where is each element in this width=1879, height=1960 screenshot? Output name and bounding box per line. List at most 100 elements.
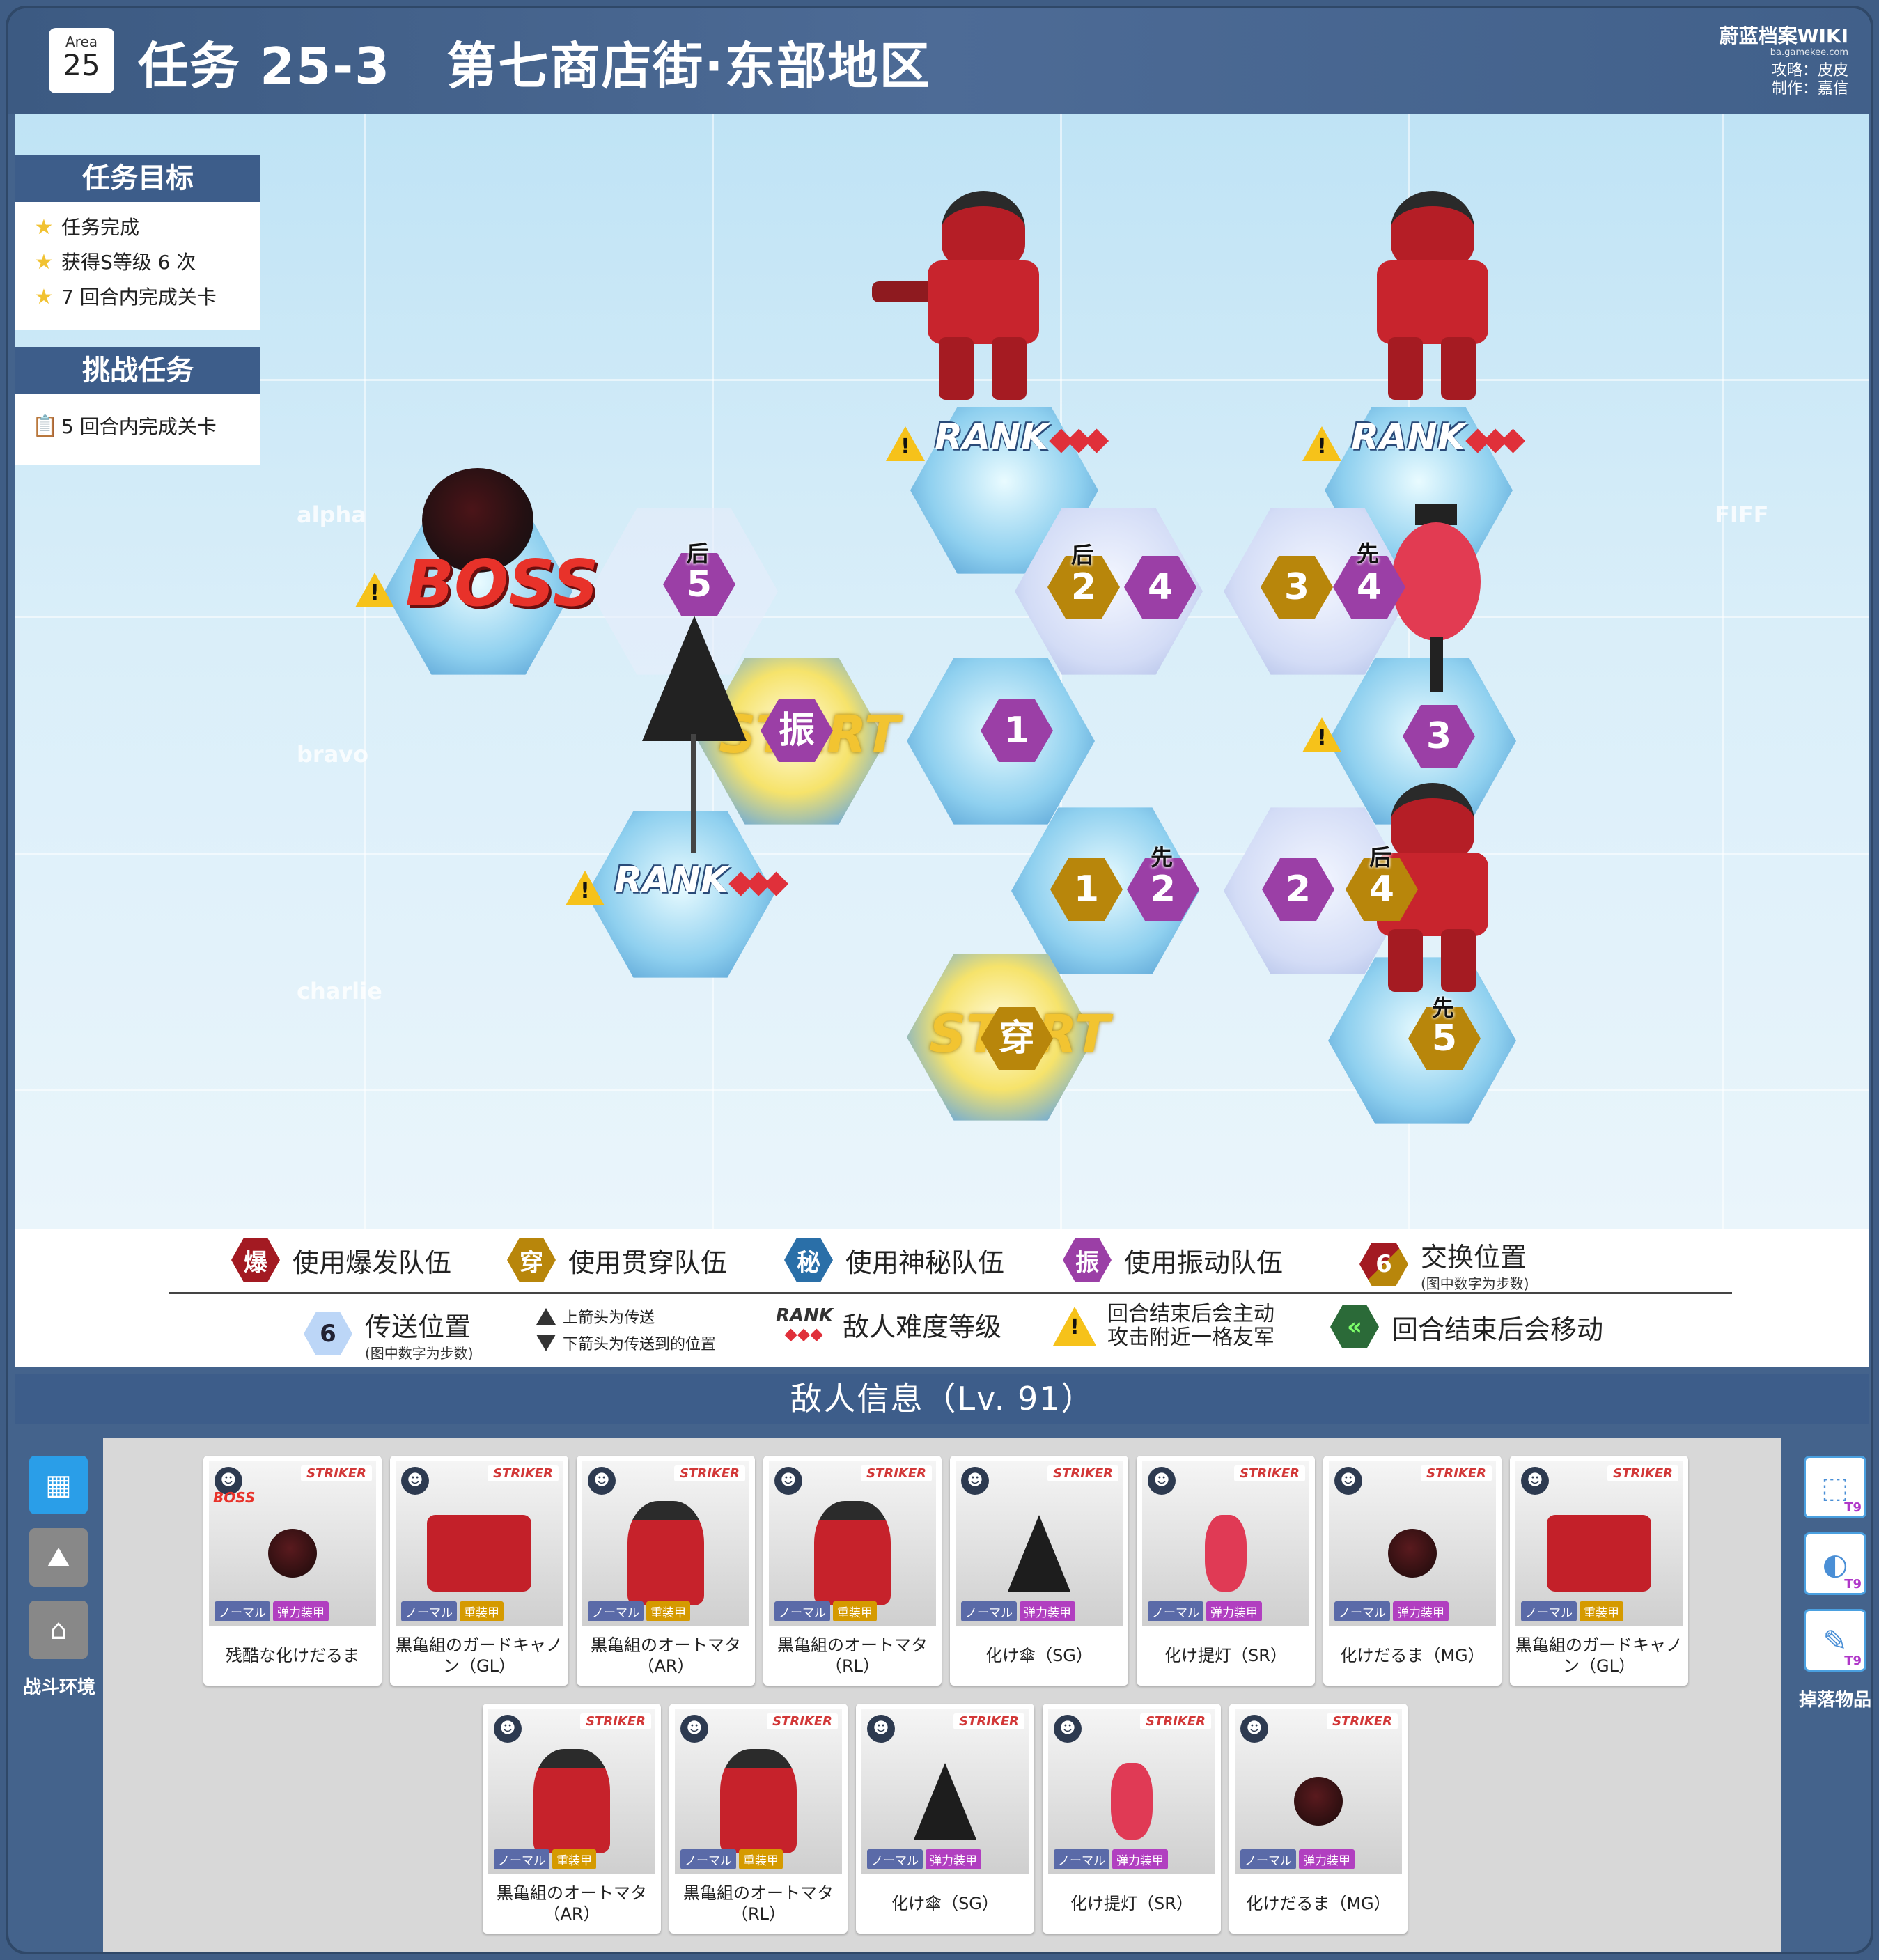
- drop-item-icon[interactable]: ◐ T9: [1804, 1532, 1866, 1595]
- armor-type-tag: 弹力装甲: [1393, 1601, 1449, 1621]
- star-icon: ★: [34, 285, 54, 309]
- enemy-name: 化け提灯（SR）: [1070, 1894, 1193, 1913]
- enemy-type-icon: ☻: [774, 1467, 802, 1495]
- enemy-portrait: STRIKER ☻ ノーマル 重装甲: [396, 1461, 563, 1626]
- daruma-sprite: [1294, 1777, 1343, 1826]
- enemy-type-icon: ☻: [1054, 1715, 1082, 1743]
- armor-type-tag: 重装甲: [1580, 1601, 1623, 1621]
- enemy-card[interactable]: STRIKER ☻ BOSS ノーマル 弹力装甲 残酷な化けだるま: [203, 1456, 382, 1686]
- objective-item: ★ 7 回合内完成关卡: [15, 280, 260, 315]
- robot-body: [1377, 260, 1488, 344]
- robot-leg: [939, 337, 974, 400]
- area-badge: Area 25: [49, 28, 114, 93]
- legend-label: 敌人难度等级: [843, 1312, 1002, 1342]
- lantern-sprite: [1205, 1515, 1247, 1592]
- attack-type-tag: ノーマル: [1240, 1849, 1296, 1869]
- enemy-card[interactable]: STRIKER ☻ ノーマル 重装甲 黒亀組のオートマタ（AR）: [577, 1456, 755, 1686]
- enemy-card[interactable]: STRIKER ☻ ノーマル 弹力装甲 化けだるま（MG）: [1323, 1456, 1502, 1686]
- legend-label-text: 回合结束后会主动: [1107, 1302, 1274, 1326]
- indoor-env-icon[interactable]: ⌂: [29, 1601, 88, 1659]
- order-tag: 后: [1369, 844, 1392, 871]
- armor-type-tag: 重装甲: [646, 1601, 690, 1621]
- armor-type-tag: 重装甲: [552, 1849, 596, 1869]
- legend-item: 穿使用贯穿队伍: [507, 1238, 727, 1282]
- armor-type-tag: 弹力装甲: [1299, 1849, 1355, 1869]
- grid-line: [15, 616, 1869, 618]
- robot-leg: [1441, 337, 1476, 400]
- wiki-credit: 蔚蓝档案WIKI ba.gamekee.com 攻略：皮皮 制作：嘉信: [1720, 21, 1848, 98]
- attack-type-tag: ノーマル: [588, 1601, 644, 1621]
- legend-label: 使用爆发队伍: [293, 1247, 452, 1278]
- drop-item-icon[interactable]: ✎ T9: [1804, 1609, 1866, 1672]
- enemy-name: 黒亀組のガードキャノン（GL）: [1515, 1635, 1683, 1676]
- stage-map: alpha bravo charlie FIFF START START: [15, 114, 1869, 1229]
- enemy-portrait: STRIKER ☻ ノーマル 弹力装甲: [956, 1461, 1123, 1626]
- objective-item: ★ 任务完成: [15, 210, 260, 245]
- enemy-name: 化け傘（SG）: [985, 1646, 1093, 1665]
- legend-row: 爆使用爆发队伍 穿使用贯穿队伍 秘使用神秘队伍 振使用振动队伍 6 交换位置 (图中…: [15, 1229, 1869, 1292]
- legend-item: 6 传送位置 (图中数字为步数): [304, 1305, 474, 1362]
- legend-item: 振使用振动队伍: [1063, 1238, 1283, 1282]
- enemy-card[interactable]: STRIKER ☻ ノーマル 重装甲黒亀組のガードキャノン（GL）: [390, 1456, 568, 1686]
- enemy-card[interactable]: STRIKER ☻ ノーマル 重装甲 黒亀組のオートマタ（RL）: [669, 1704, 848, 1934]
- environment-label: 战斗环境: [22, 1677, 95, 1698]
- enemy-type-icon: ☻: [867, 1715, 895, 1743]
- drop-item-icon[interactable]: ⬚ T9: [1804, 1456, 1866, 1518]
- robot-ar-unit[interactable]: [1363, 191, 1502, 400]
- enemy-card[interactable]: STRIKER ☻ ノーマル 重装甲 黒亀組のオートマタ（AR）: [483, 1704, 661, 1934]
- rank-chevron-icon: ◆◆◆: [784, 1323, 823, 1344]
- attack-type-tag: ノーマル: [1334, 1601, 1390, 1621]
- challenge-text: 5 回合内完成关卡: [61, 415, 217, 438]
- attack-type-tag: ノーマル: [401, 1601, 457, 1621]
- umb-sprite: [914, 1763, 976, 1840]
- enemy-type-icon: ☻: [1148, 1467, 1176, 1495]
- daruma-sprite: [1388, 1529, 1437, 1578]
- enemy-portrait: STRIKER ☻ BOSS ノーマル 弹力装甲: [209, 1461, 376, 1626]
- enemy-card[interactable]: STRIKER ☻ ノーマル 弹力装甲 化け提灯（SR）: [1137, 1456, 1315, 1686]
- order-tag: 先: [1357, 540, 1380, 567]
- enemy-name: 黒亀組のオートマタ（AR）: [591, 1635, 741, 1676]
- attack-type-tag: ノーマル: [494, 1849, 549, 1869]
- attack-type-tag: ノーマル: [215, 1601, 270, 1621]
- enemy-card-area: STRIKER ☻ BOSS ノーマル 弹力装甲 残酷な化けだるま STRIKER ☻ ノーマル…: [103, 1438, 1781, 1952]
- outdoor-env-icon[interactable]: ⛰: [29, 1528, 88, 1587]
- robot-rl-unit[interactable]: [872, 191, 1053, 400]
- drop-tier: T9: [1844, 1577, 1862, 1592]
- enemy-tags: ノーマル 弹力装甲: [1334, 1601, 1451, 1621]
- challenge-title: 挑战任务: [15, 347, 260, 394]
- stage-name: 第七商店街·东部地区: [446, 37, 931, 95]
- enemy-card[interactable]: STRIKER ☻ ノーマル 弹力装甲 化けだるま（MG）: [1229, 1704, 1408, 1934]
- enemy-name: 黒亀組のオートマタ（AR）: [497, 1883, 647, 1924]
- enemy-type-icon: ☻: [1334, 1467, 1362, 1495]
- enemy-type-icon: ☻: [680, 1715, 708, 1743]
- burst-team-icon: 爆: [231, 1238, 280, 1282]
- robot-head: [1391, 191, 1474, 267]
- striker-tag: STRIKER: [861, 1465, 932, 1481]
- legend-note: 下箭头为传送到的位置: [563, 1336, 717, 1353]
- pierce-team-icon: 穿: [507, 1238, 556, 1282]
- wiki-name[interactable]: 蔚蓝档案WIKI: [1720, 21, 1848, 49]
- guide-author: 攻略：皮皮: [1771, 62, 1848, 79]
- enemy-card[interactable]: STRIKER ☻ ノーマル 重装甲 黒亀組のオートマタ（RL）: [763, 1456, 942, 1686]
- urban-env-icon[interactable]: ▦: [29, 1456, 88, 1514]
- legend-item: RANK ◆◆◆ 敌人难度等级: [776, 1305, 1001, 1344]
- legend-item: ! 回合结束后会主动 攻击附近一格友军: [1053, 1302, 1274, 1350]
- umbrella-unit[interactable]: [642, 616, 747, 853]
- wiki-domain[interactable]: ba.gamekee.com: [1720, 47, 1848, 58]
- clipboard-icon: 📋: [32, 414, 59, 439]
- order-tag: 后: [1071, 542, 1094, 568]
- robot-leg: [992, 337, 1027, 400]
- striker-tag: STRIKER: [1607, 1465, 1678, 1481]
- enemy-card[interactable]: STRIKER ☻ ノーマル 弹力装甲化け傘（SG）: [950, 1456, 1128, 1686]
- drops-label: 掉落物品: [1798, 1690, 1871, 1711]
- enemy-card[interactable]: STRIKER ☻ ノーマル 弹力装甲 化け提灯（SR）: [1043, 1704, 1221, 1934]
- legend-sublabel: (图中数字为步数): [1421, 1275, 1529, 1292]
- page-frame: Area 25 任务 25-3 第七商店街·东部地区 蔚蓝档案WIKI ba.ga…: [6, 6, 1873, 1954]
- armor-type-tag: 重装甲: [833, 1601, 877, 1621]
- page-title: 任务 25-3 第七商店街·东部地区: [138, 25, 931, 98]
- robot-head: [1391, 783, 1474, 860]
- enemy-card[interactable]: STRIKER ☻ ノーマル 弹力装甲 化け傘（SG）: [856, 1704, 1034, 1934]
- enemy-tags: ノーマル 重装甲: [774, 1601, 880, 1621]
- enemy-card[interactable]: STRIKER ☻ ノーマル 重装甲 黒亀組のガードキャノン（GL）: [1510, 1456, 1688, 1686]
- enemy-name: 黒亀組のガードキャノン（GL）: [396, 1635, 563, 1676]
